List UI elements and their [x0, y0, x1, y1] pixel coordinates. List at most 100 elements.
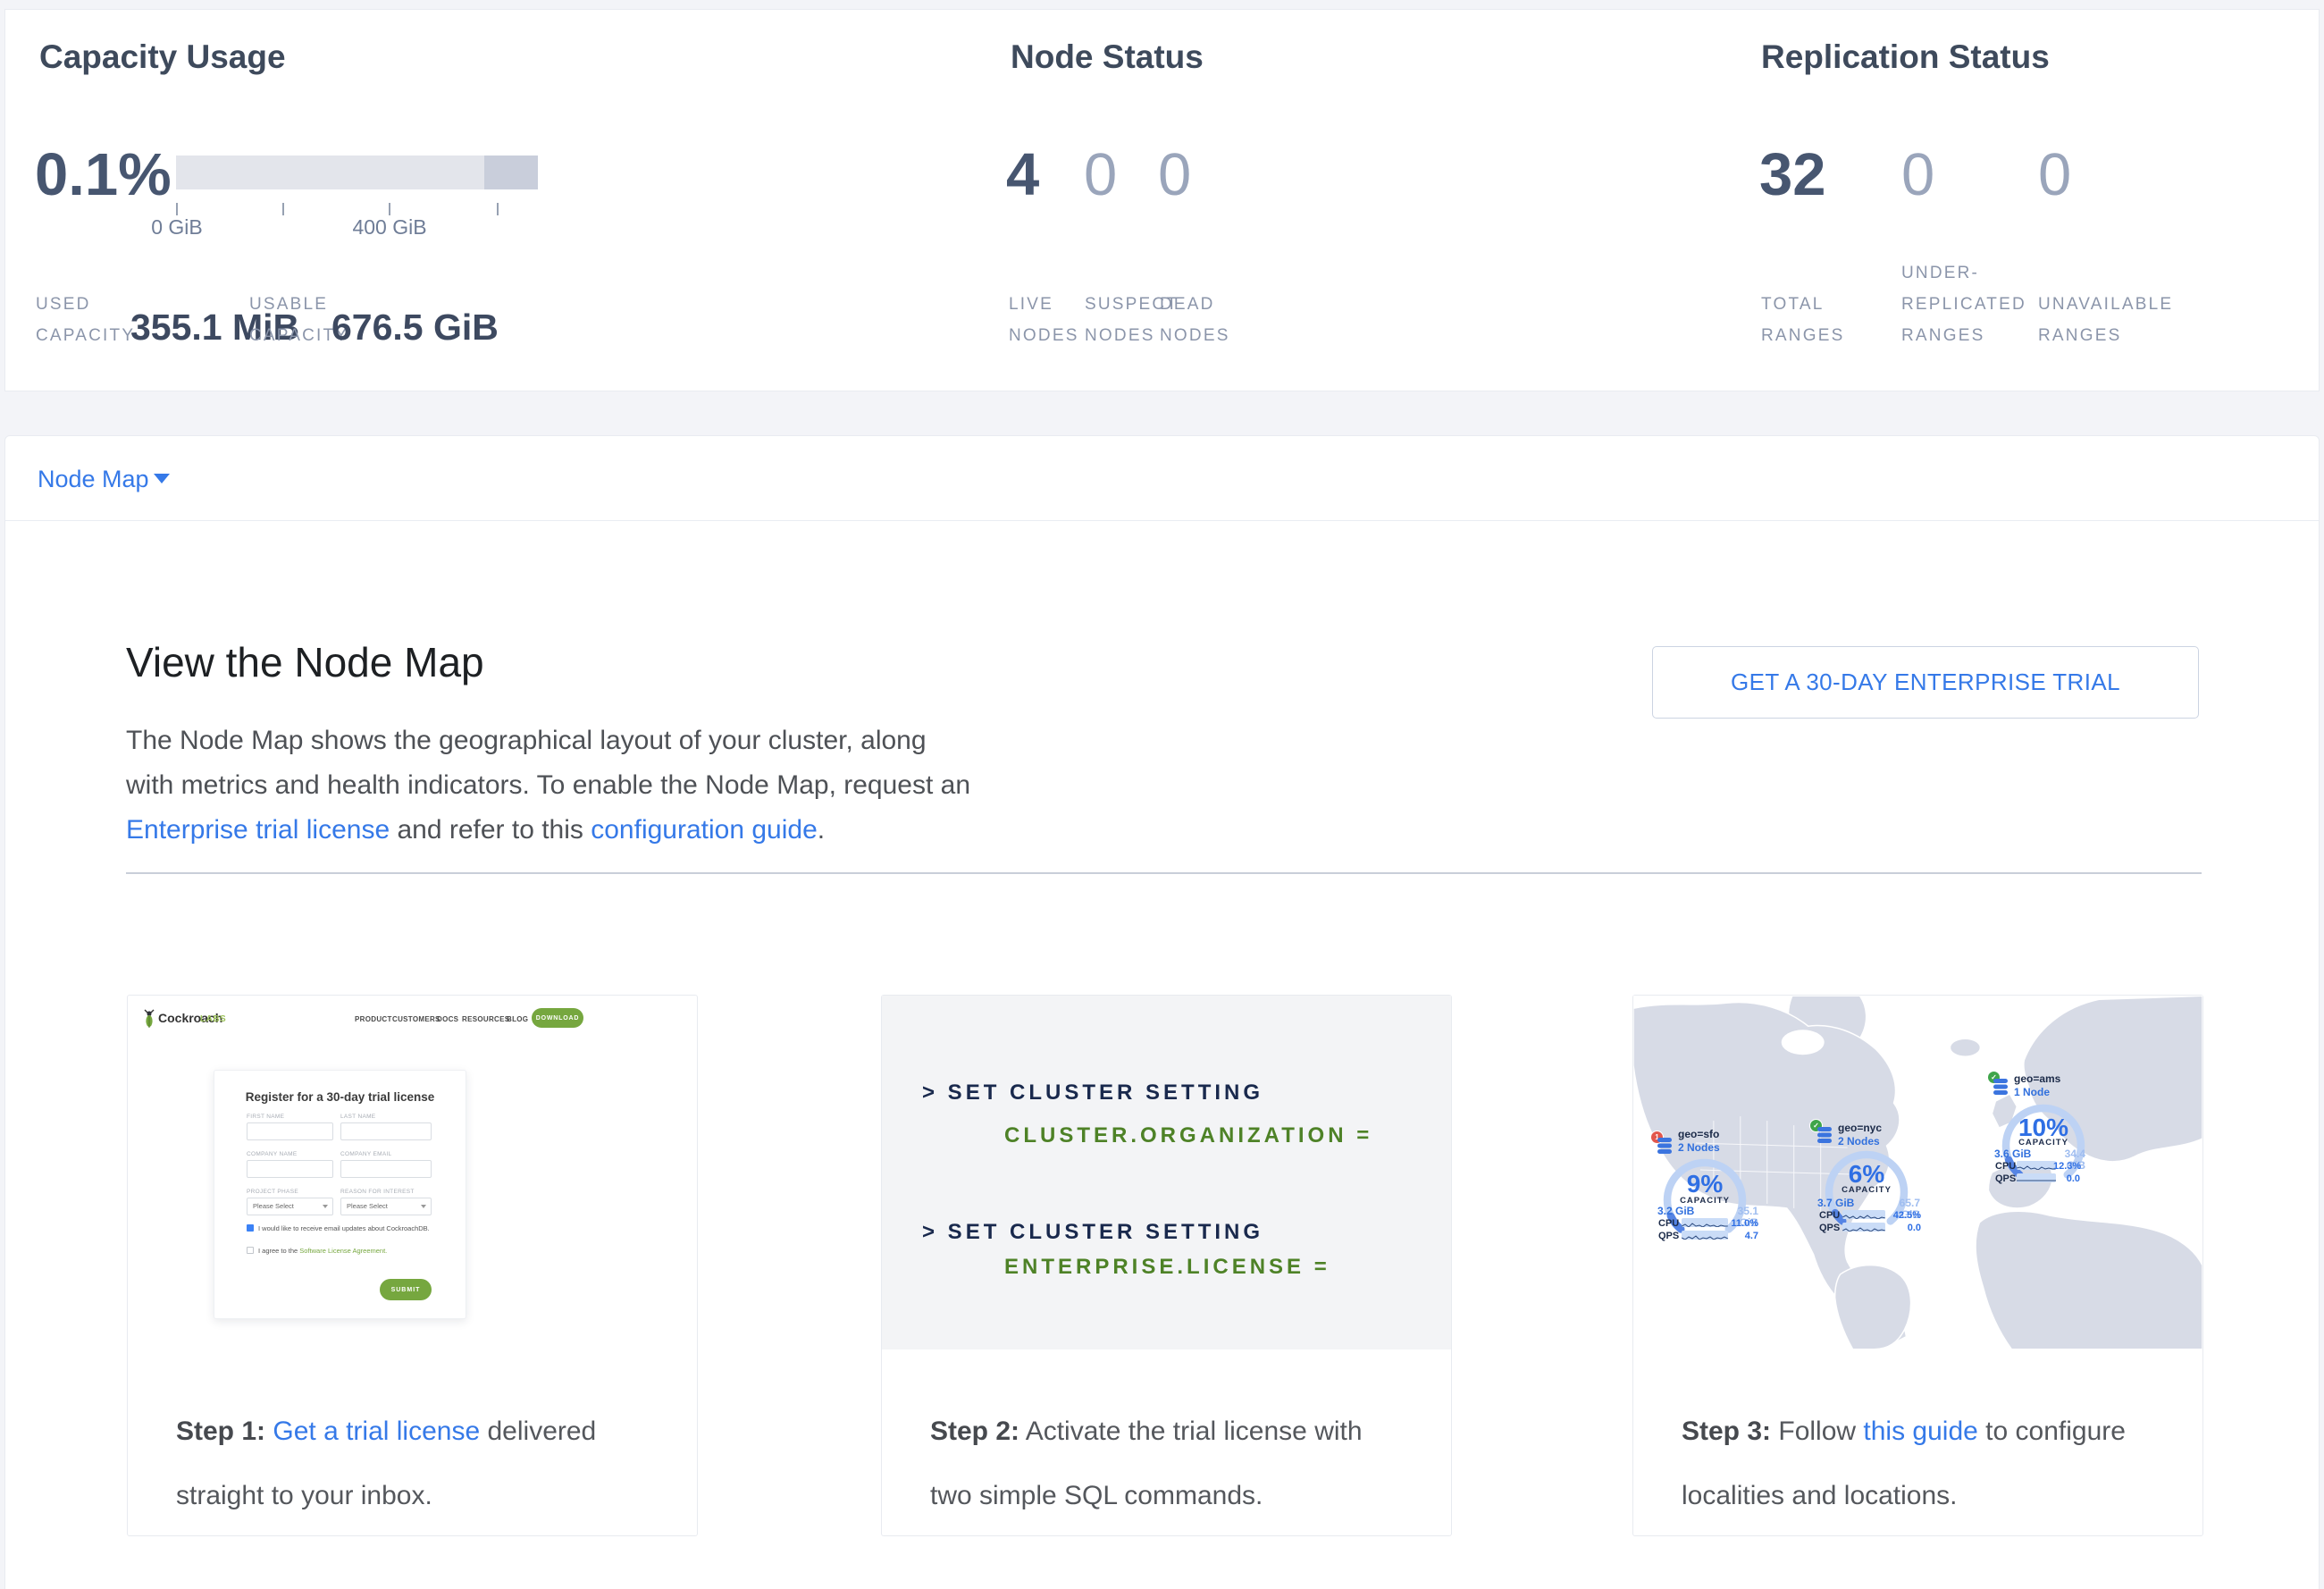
node-map-dropdown-label[interactable]: Node Map — [38, 466, 149, 493]
nav-item-resources: RESOURCES — [462, 1015, 509, 1023]
main-panel: Node Map View the Node Map GET A 30-DAY … — [4, 435, 2320, 1589]
qps-value: 4.7 — [1730, 1231, 1758, 1241]
capacity-label: CAPACITY — [2008, 1138, 2079, 1148]
cpu-value: 11.0% — [1730, 1218, 1758, 1229]
capacity-label: CAPACITY — [1831, 1185, 1902, 1195]
enterprise-trial-button-label: GET A 30-DAY ENTERPRISE TRIAL — [1731, 668, 2120, 696]
dead-nodes-count: 0 — [1158, 144, 1191, 206]
nav-item-product: PRODUCT — [355, 1015, 392, 1023]
description-text: . — [818, 815, 825, 845]
cpu-label: CPU — [1995, 1161, 2016, 1172]
node-map-description: The Node Map shows the geographical layo… — [126, 719, 970, 853]
used-capacity: 3.6 GiB — [1994, 1148, 2031, 1160]
company-name-field — [247, 1160, 333, 1178]
sql-prompt-2: > SET CLUSTER SETTING — [922, 1220, 1263, 1245]
cluster-name: geo=sfo — [1678, 1129, 1719, 1140]
step-2-card: > SET CLUSTER SETTING CLUSTER.ORGANIZATI… — [881, 995, 1452, 1536]
dead-nodes-label: DEAD NODES — [1160, 289, 1230, 351]
select-placeholder: Please Select — [347, 1202, 388, 1210]
first-name-label: FIRST NAME — [247, 1114, 284, 1120]
database-icon — [1657, 1138, 1672, 1159]
get-trial-license-link[interactable]: Get a trial license — [273, 1417, 480, 1446]
node-map-dropdown[interactable]: Node Map — [5, 436, 2319, 521]
capacity-usage-title: Capacity Usage — [39, 38, 286, 76]
license-agreement-checkbox — [247, 1247, 254, 1254]
labs-brand-text: LABS — [200, 1014, 226, 1024]
under-replicated-count: 0 — [1901, 144, 1934, 206]
total-ranges-label: TOTAL RANGES — [1761, 289, 1844, 351]
nav-item-customers: CUSTOMERS — [392, 1015, 440, 1023]
cpu-sparkline — [1842, 1210, 1885, 1219]
qps-label: QPS — [1658, 1231, 1679, 1241]
step-2-caption: Step 2: Activate the trial license with … — [882, 1349, 1451, 1528]
database-icon — [1993, 1079, 2008, 1100]
axis-tick — [176, 203, 178, 215]
license-agreement-text: I agree to the Software License Agreemen… — [258, 1247, 387, 1255]
used-capacity-label: USED CAPACITY — [36, 289, 135, 351]
node-status-title: Node Status — [1011, 38, 1204, 76]
submit-button: SUBMIT — [380, 1279, 432, 1300]
axis-tick — [282, 203, 284, 215]
cluster-node-count: 1 Node — [2014, 1087, 2050, 1098]
first-name-field — [247, 1122, 333, 1140]
step-2-label: Step 2: — [930, 1417, 1019, 1446]
email-updates-text: I would like to receive email updates ab… — [258, 1224, 430, 1232]
sql-commands-panel: > SET CLUSTER SETTING CLUSTER.ORGANIZATI… — [882, 996, 1451, 1349]
project-phase-select: Please Select — [247, 1198, 333, 1215]
nav-item-blog: BLOG — [507, 1015, 528, 1023]
cluster-node-count: 2 Nodes — [1838, 1136, 1880, 1148]
agreement-text: I agree to the — [258, 1247, 299, 1255]
capacity-percent: 10% — [2008, 1115, 2079, 1140]
cpu-label: CPU — [1658, 1218, 1679, 1229]
description-text: and refer to this — [390, 815, 591, 845]
replication-status-title: Replication Status — [1761, 38, 2050, 76]
qps-label: QPS — [1995, 1173, 2016, 1184]
form-title: Register for a 30-day trial license — [214, 1090, 466, 1104]
qps-sparkline — [2017, 1173, 2056, 1182]
axis-tick — [389, 203, 390, 215]
description-text: The Node Map shows the geographical layo… — [126, 726, 970, 800]
cluster-summary-card: Capacity Usage 0.1% 0 GiB 400 GiB USED C… — [4, 9, 2320, 391]
step-1-card: Cockroach LABS PRODUCT CUSTOMERS DOCS RE… — [127, 995, 698, 1536]
sql-setting-license: ENTERPRISE.LICENSE = — [1004, 1255, 1330, 1280]
capacity-bar-reserved-segment — [484, 156, 538, 189]
section-divider — [126, 872, 2202, 874]
step-1-caption: Step 1: Get a trial license delivered st… — [128, 1349, 697, 1528]
project-phase-label: PROJECT PHASE — [247, 1189, 298, 1195]
cluster-name: geo=ams — [2014, 1073, 2060, 1085]
cockroach-logo-icon — [143, 1009, 155, 1033]
select-placeholder: Please Select — [253, 1202, 294, 1210]
sql-setting-organization: CLUSTER.ORGANIZATION = — [1004, 1123, 1372, 1148]
step-3-caption: Step 3: Follow this guide to configure l… — [1633, 1349, 2202, 1528]
this-guide-link[interactable]: this guide — [1863, 1417, 1977, 1446]
qps-sparkline — [1682, 1231, 1728, 1240]
capacity-percent: 9% — [1669, 1172, 1741, 1197]
enterprise-trial-button[interactable]: GET A 30-DAY ENTERPRISE TRIAL — [1652, 646, 2199, 719]
suspect-nodes-count: 0 — [1084, 144, 1117, 206]
live-nodes-label: LIVE NODES — [1009, 289, 1079, 351]
company-email-field — [340, 1160, 432, 1178]
usable-capacity-value: 676.5 GiB — [331, 306, 499, 349]
cpu-sparkline — [1682, 1218, 1728, 1227]
qps-value: 0.0 — [2053, 1173, 2080, 1184]
capacity-bar — [176, 156, 538, 189]
qps-value: 0.0 — [1889, 1223, 1921, 1233]
qps-sparkline — [1842, 1223, 1885, 1232]
enterprise-trial-license-link[interactable]: Enterprise trial license — [126, 815, 390, 845]
nav-item-docs: DOCS — [437, 1015, 458, 1023]
configuration-guide-link[interactable]: configuration guide — [591, 815, 818, 845]
used-capacity: 3.2 GiB — [1657, 1206, 1694, 1217]
cpu-label: CPU — [1819, 1210, 1840, 1221]
page-title: View the Node Map — [126, 638, 484, 686]
select-caret-icon — [323, 1205, 328, 1208]
last-name-label: LAST NAME — [340, 1114, 375, 1120]
sql-prompt-1: > SET CLUSTER SETTING — [922, 1080, 1263, 1106]
database-icon — [1817, 1127, 1832, 1148]
registration-form-screenshot: Cockroach LABS PRODUCT CUSTOMERS DOCS RE… — [128, 996, 697, 1349]
company-email-label: COMPANY EMAIL — [340, 1151, 391, 1157]
cpu-value: 42.5% — [1889, 1210, 1921, 1221]
unavailable-ranges-label: UNAVAILABLE RANGES — [2038, 289, 2173, 351]
company-name-label: COMPANY NAME — [247, 1151, 297, 1157]
chevron-down-icon — [154, 474, 170, 483]
unavailable-ranges-count: 0 — [2038, 144, 2071, 206]
